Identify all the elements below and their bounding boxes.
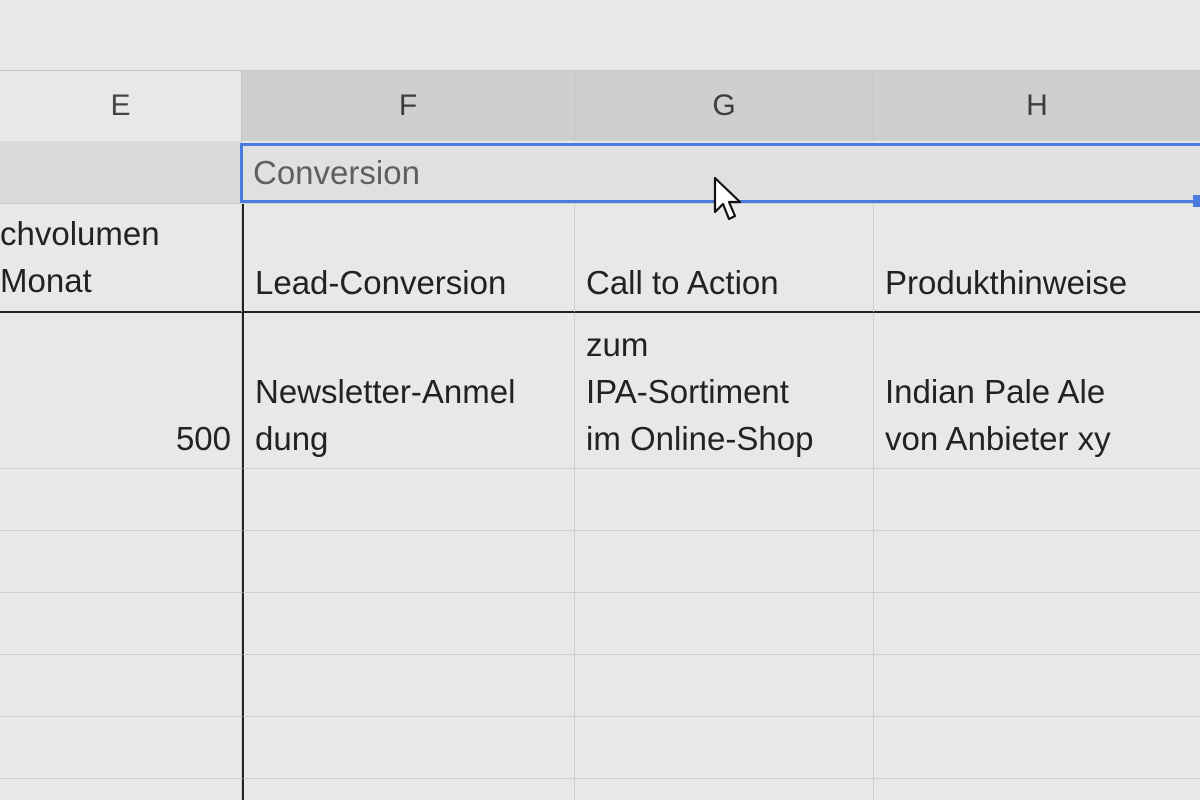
column-header-g[interactable]: G	[575, 71, 874, 141]
cell-g8[interactable]	[575, 717, 874, 779]
cell-e4[interactable]	[0, 469, 242, 531]
cell-h7[interactable]	[874, 655, 1200, 717]
cell-f4[interactable]	[242, 469, 575, 531]
cell-e5[interactable]	[0, 531, 242, 593]
toolbar-area	[0, 0, 1200, 70]
cell-g9[interactable]	[575, 779, 874, 800]
cell-f7[interactable]	[242, 655, 575, 717]
cell-h8[interactable]	[874, 717, 1200, 779]
cell-e2[interactable]: chvolumen Monat	[0, 204, 242, 313]
cell-f9[interactable]	[242, 779, 575, 800]
cell-e6[interactable]	[0, 593, 242, 655]
cell-e3[interactable]: 500	[0, 313, 242, 469]
cell-e1[interactable]	[0, 141, 242, 204]
cell-g7[interactable]	[575, 655, 874, 717]
cell-h3[interactable]: Indian Pale Ale von Anbieter xy	[874, 313, 1200, 469]
cell-f5[interactable]	[242, 531, 575, 593]
fill-handle[interactable]	[1193, 195, 1200, 207]
cell-h4[interactable]	[874, 469, 1200, 531]
cell-f3[interactable]: Newsletter-Anmel dung	[242, 313, 575, 469]
cell-f2[interactable]: Lead-Conversion	[242, 204, 575, 313]
column-header-h[interactable]: H	[874, 71, 1200, 141]
cell-g6[interactable]	[575, 593, 874, 655]
cell-g4[interactable]	[575, 469, 874, 531]
column-header-e[interactable]: E	[0, 71, 242, 141]
cell-e9[interactable]	[0, 779, 242, 800]
column-header-f[interactable]: F	[242, 71, 575, 141]
cell-g5[interactable]	[575, 531, 874, 593]
mouse-pointer-icon	[713, 176, 742, 221]
cell-grid: Conversion chvolumen Monat Lead-Conversi…	[0, 141, 1200, 800]
column-header-row: E F G H	[0, 70, 1200, 141]
cell-h5[interactable]	[874, 531, 1200, 593]
cell-h9[interactable]	[874, 779, 1200, 800]
spreadsheet-viewport: E F G H Conversion chvolumen Monat Lead-…	[0, 0, 1200, 800]
cell-f6[interactable]	[242, 593, 575, 655]
cell-f8[interactable]	[242, 717, 575, 779]
cell-g3[interactable]: zum IPA-Sortiment im Online-Shop	[575, 313, 874, 469]
cell-h6[interactable]	[874, 593, 1200, 655]
cell-e8[interactable]	[0, 717, 242, 779]
cell-e7[interactable]	[0, 655, 242, 717]
cell-h2[interactable]: Produkthinweise	[874, 204, 1200, 313]
